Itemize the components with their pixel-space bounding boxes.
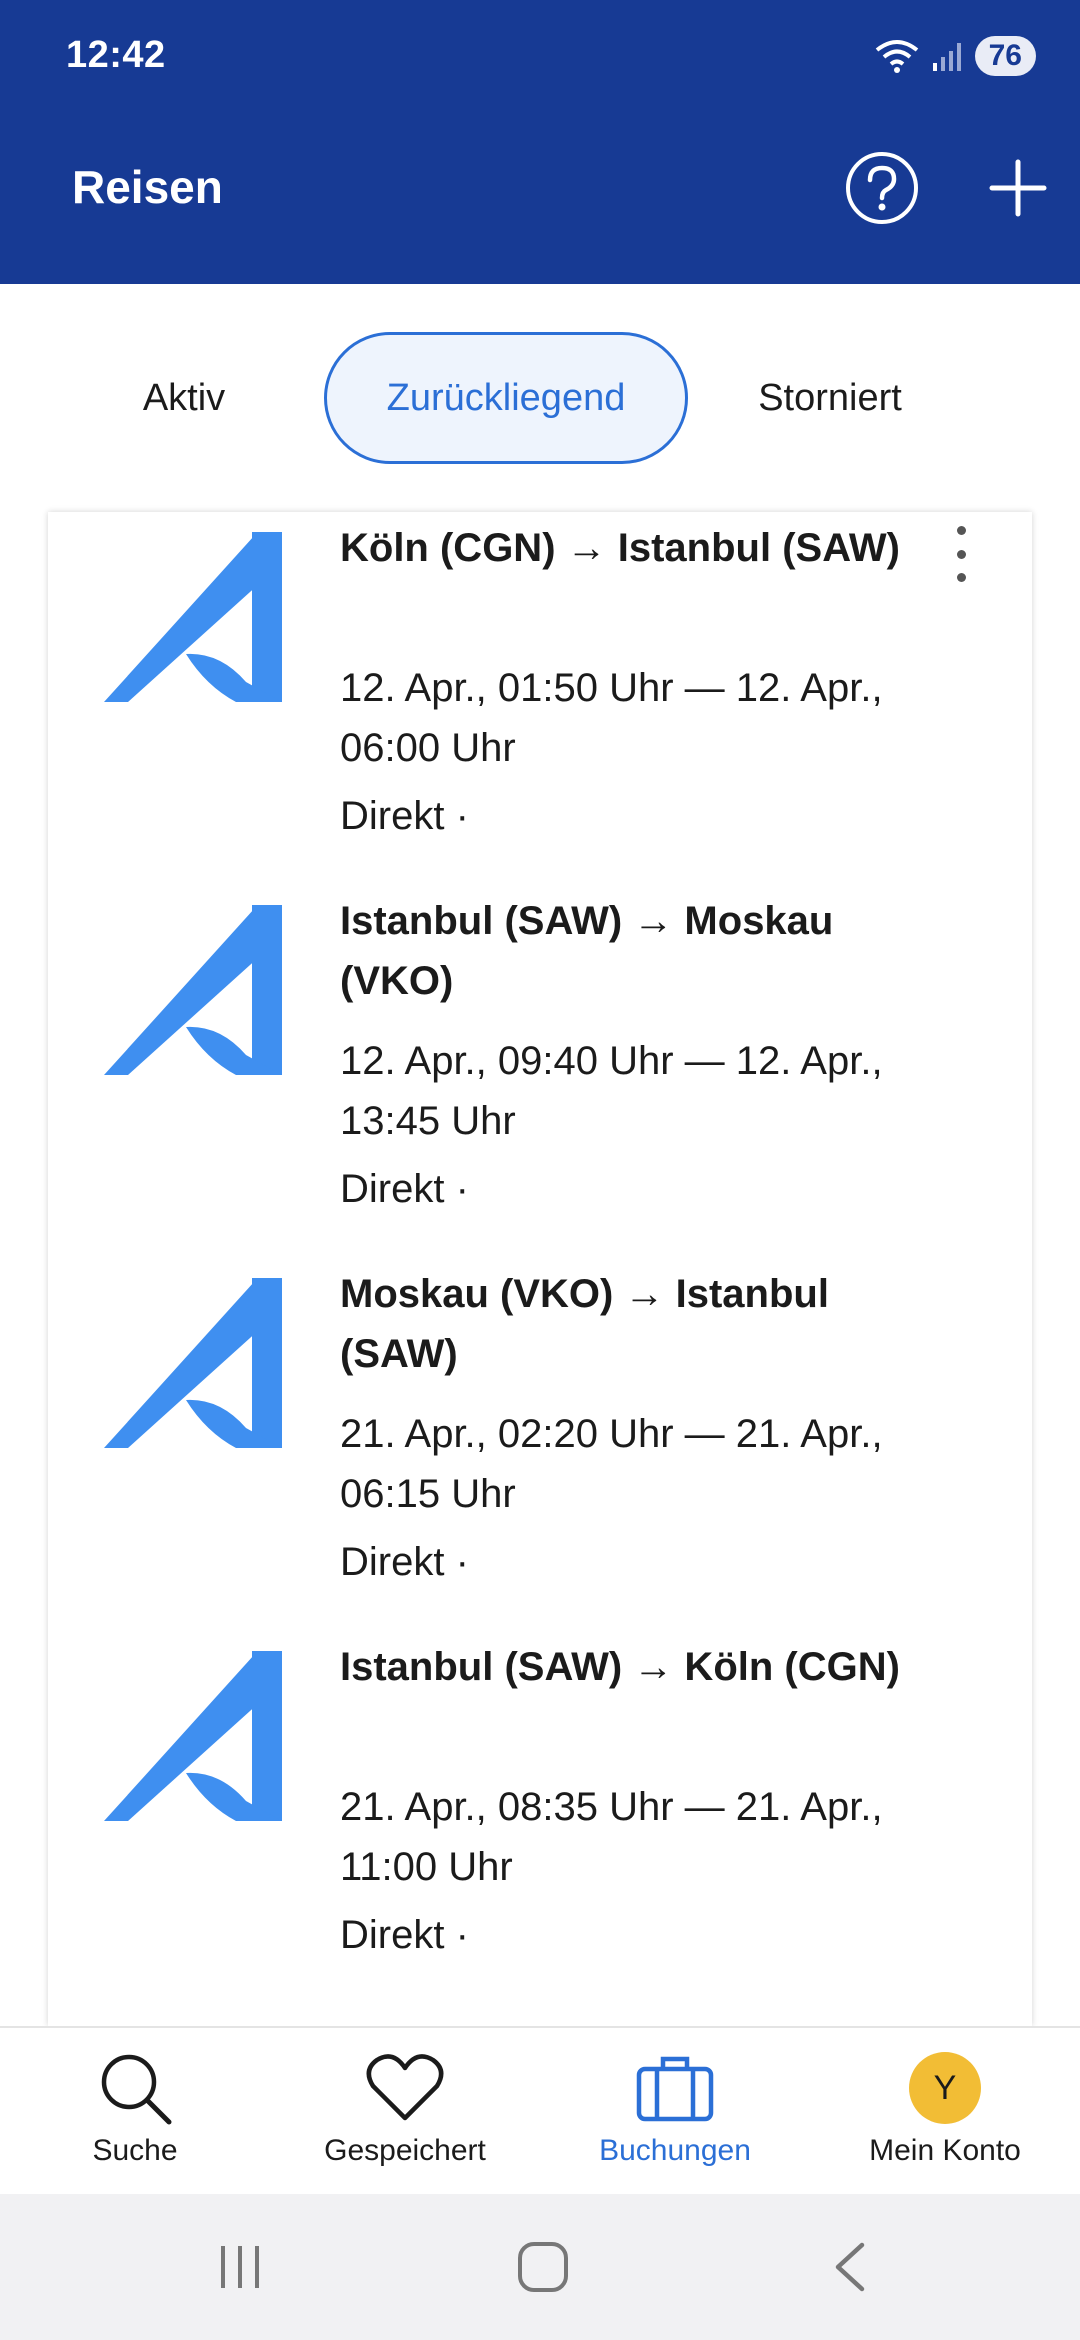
tab-aktiv[interactable]: Aktiv xyxy=(104,332,264,464)
recent-apps-icon[interactable] xyxy=(210,2234,270,2300)
airline-logo-icon xyxy=(104,1278,282,1448)
trip-route: Istanbul (SAW) → Köln (CGN) xyxy=(340,1645,900,1689)
trip-times: 12. Apr., 01:50 Uhr — 12. Apr., 06:00 Uh… xyxy=(340,666,883,770)
nav-saved-label: Gespeichert xyxy=(324,2134,486,2167)
battery-indicator: 76 xyxy=(974,36,1036,76)
heart-icon xyxy=(366,2054,444,2121)
page-title: Reisen xyxy=(72,161,223,213)
status-time: 12:42 xyxy=(66,34,166,76)
nav-account-label: Mein Konto xyxy=(869,2134,1021,2167)
nav-saved[interactable]: Gespeichert xyxy=(270,2028,540,2196)
plus-icon[interactable] xyxy=(982,152,1054,224)
system-navigation-bar xyxy=(0,2194,1080,2340)
trip-item[interactable]: Istanbul (SAW) → Moskau (VKO) 12. Apr., … xyxy=(48,885,1032,1258)
trip-list: Köln (CGN) → Istanbul (SAW) 12. Apr., 01… xyxy=(48,512,1032,2026)
trip-route: Köln (CGN) → Istanbul (SAW) xyxy=(340,526,900,570)
home-icon[interactable] xyxy=(510,2234,576,2300)
signal-icon xyxy=(932,43,961,71)
trip-item[interactable]: Köln (CGN) → Istanbul (SAW) 12. Apr., 01… xyxy=(48,512,1032,885)
avatar: Y xyxy=(909,2052,981,2124)
trip-times: 12. Apr., 09:40 Uhr — 12. Apr., 13:45 Uh… xyxy=(340,1039,883,1143)
trip-times: 21. Apr., 08:35 Uhr — 21. Apr., 11:00 Uh… xyxy=(340,1785,883,1889)
airline-logo-icon xyxy=(104,1651,282,1821)
nav-bookings-label: Buchungen xyxy=(599,2134,751,2167)
trip-stops: Direkt · xyxy=(340,1913,469,1957)
help-icon[interactable] xyxy=(846,152,918,224)
nav-search-label: Suche xyxy=(92,2134,178,2167)
back-icon[interactable] xyxy=(820,2234,880,2300)
search-icon xyxy=(101,2054,172,2125)
trip-times: 21. Apr., 02:20 Uhr — 21. Apr., 06:15 Uh… xyxy=(340,1412,883,1516)
airline-logo-icon xyxy=(104,905,282,1075)
trip-item[interactable]: Moskau (VKO) → Istanbul (SAW) 21. Apr., … xyxy=(48,1258,1032,1631)
nav-search[interactable]: Suche xyxy=(0,2028,270,2196)
wifi-icon xyxy=(875,40,918,73)
trip-item[interactable]: Istanbul (SAW) → Köln (CGN) 21. Apr., 08… xyxy=(48,1631,1032,2004)
tab-storniert[interactable]: Storniert xyxy=(730,332,930,464)
tab-zurueckliegend[interactable]: Zurückliegend xyxy=(324,332,688,464)
nav-account[interactable]: Y Mein Konto xyxy=(810,2028,1080,2196)
trip-tabs: Aktiv Zurückliegend Storniert xyxy=(0,284,1080,512)
trip-stops: Direkt · xyxy=(340,1540,469,1584)
airline-logo-icon xyxy=(104,532,282,702)
trip-route: Istanbul (SAW) → Moskau (VKO) xyxy=(340,899,834,1003)
trip-stops: Direkt · xyxy=(340,794,469,838)
trip-route: Moskau (VKO) → Istanbul (SAW) xyxy=(340,1272,829,1376)
more-options-icon[interactable] xyxy=(948,526,974,582)
trip-stops: Direkt · xyxy=(340,1167,469,1211)
app-header: 12:42 76 Reisen xyxy=(0,0,1080,284)
briefcase-icon xyxy=(636,2056,714,2122)
status-icons: 76 xyxy=(873,36,1036,76)
nav-bookings[interactable]: Buchungen xyxy=(540,2028,810,2196)
bottom-navigation: Suche Gespeichert Buchungen Y Mein Konto xyxy=(0,2026,1080,2194)
